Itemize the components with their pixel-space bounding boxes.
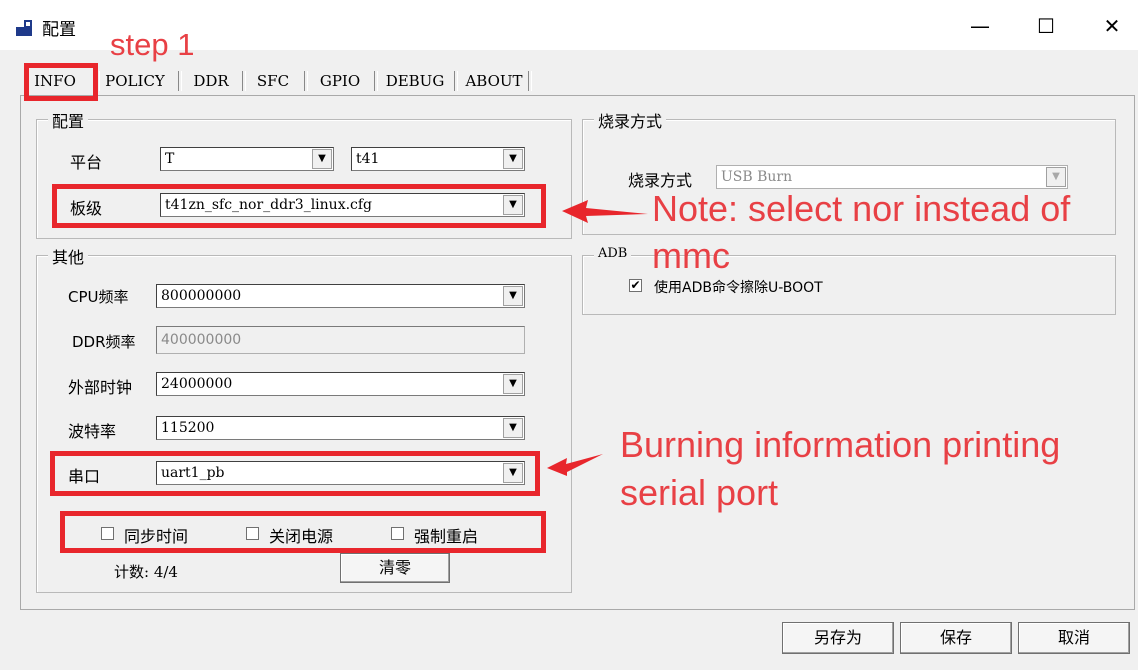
other-group-title: 其他	[48, 244, 89, 268]
ext-clock-value: 24000000	[161, 376, 233, 392]
dropdown-arrow-icon: ▼	[1046, 167, 1066, 187]
burn-mode-select: USB Burn ▼	[716, 165, 1068, 189]
cancel-button[interactable]: 取消	[1018, 622, 1130, 654]
adb-erase-checkbox[interactable]: ✔	[629, 279, 642, 292]
dropdown-arrow-icon[interactable]: ▼	[503, 418, 523, 438]
ext-clock-select[interactable]: 24000000 ▼	[156, 372, 525, 396]
cpu-freq-label: CPU频率	[68, 288, 129, 306]
ddr-freq-field: 400000000	[156, 326, 525, 354]
minimize-button[interactable]: —	[960, 12, 1000, 40]
annotation-box-serial	[50, 451, 540, 496]
tab-separator	[374, 71, 378, 91]
adb-group-title: ADB	[594, 246, 632, 261]
tab-policy[interactable]: POLICY	[104, 67, 166, 95]
platform-label: 平台	[70, 153, 103, 172]
save-button[interactable]: 保存	[900, 622, 1012, 654]
annotation-note-line2: mmc	[652, 235, 730, 276]
config-group-title: 配置	[48, 108, 89, 132]
platform-value: T	[165, 151, 175, 167]
clear-button[interactable]: 清零	[340, 553, 450, 583]
baud-select[interactable]: 115200 ▼	[156, 416, 525, 440]
ddr-freq-label: DDR频率	[72, 333, 136, 351]
annotation-note-line1: Note: select nor instead of	[652, 188, 1071, 229]
annotation-arrow-icon	[562, 200, 648, 223]
annotation-burn-line1: Burning information printing	[620, 424, 1061, 465]
tab-sfc[interactable]: SFC	[250, 67, 296, 95]
baud-value: 115200	[161, 420, 215, 436]
count-text: 计数: 4/4	[114, 563, 178, 581]
baud-label: 波特率	[68, 422, 117, 441]
dropdown-arrow-icon[interactable]: ▼	[503, 286, 523, 306]
window-title: 配置	[42, 20, 76, 40]
adb-erase-label: 使用ADB命令擦除U-BOOT	[654, 280, 823, 296]
check-mark-icon: ✔	[630, 278, 641, 292]
tab-ddr[interactable]: DDR	[188, 67, 234, 95]
tab-separator	[242, 71, 246, 91]
annotation-burn-line2: serial port	[620, 472, 779, 513]
annotation-box-info-tab	[24, 63, 98, 101]
tab-gpio[interactable]: GPIO	[312, 67, 368, 95]
chip-select[interactable]: t41 ▼	[351, 147, 525, 171]
burn-mode-value: USB Burn	[721, 169, 793, 185]
chip-value: t41	[356, 151, 380, 167]
cpu-freq-select[interactable]: 800000000 ▼	[156, 284, 525, 308]
maximize-button[interactable]: ☐	[1026, 12, 1066, 40]
tab-about[interactable]: ABOUT	[464, 67, 524, 95]
tab-separator	[528, 71, 532, 91]
platform-select[interactable]: T ▼	[160, 147, 334, 171]
tab-debug[interactable]: DEBUG	[384, 67, 446, 95]
annotation-box-board	[52, 184, 546, 228]
dropdown-arrow-icon[interactable]: ▼	[312, 149, 332, 169]
dropdown-arrow-icon[interactable]: ▼	[503, 374, 523, 394]
dropdown-arrow-icon[interactable]: ▼	[503, 149, 523, 169]
annotation-box-checkboxes	[60, 511, 546, 553]
annotation-arrow-icon	[547, 454, 603, 476]
ext-clock-label: 外部时钟	[68, 378, 133, 397]
tab-separator	[178, 71, 182, 91]
tab-separator	[304, 71, 308, 91]
save-as-button[interactable]: 另存为	[782, 622, 894, 654]
tab-separator	[454, 71, 458, 91]
annotation-step: step 1	[110, 27, 195, 62]
app-icon	[14, 18, 34, 38]
cpu-freq-value: 800000000	[161, 288, 242, 304]
close-button[interactable]: ✕	[1092, 12, 1132, 40]
burn-mode-group-title: 烧录方式	[594, 108, 667, 132]
